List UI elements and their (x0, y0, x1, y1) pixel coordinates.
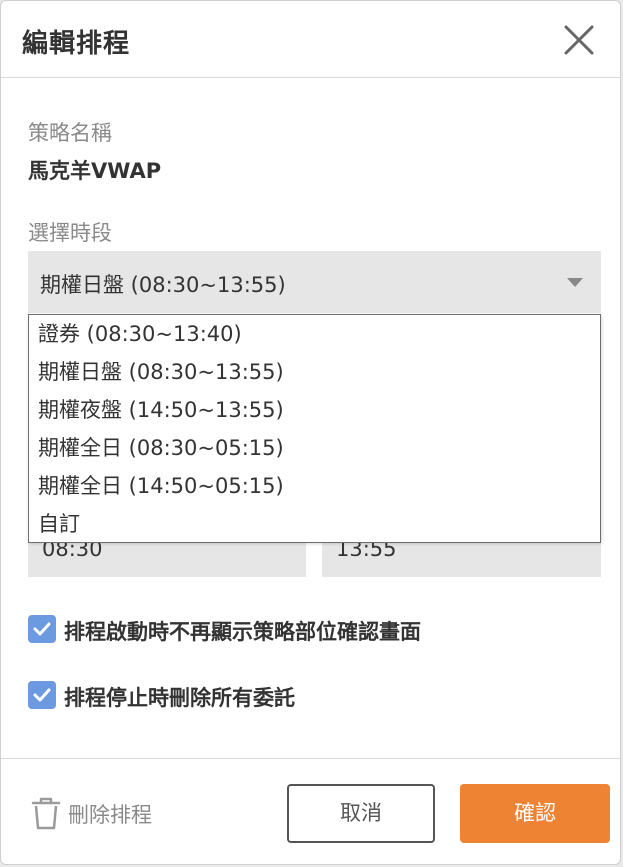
checkmark-icon (33, 688, 51, 702)
confirm-button[interactable]: 確認 (460, 784, 610, 843)
checkmark-icon (33, 622, 51, 636)
dialog-header: 編輯排程 (1, 1, 620, 78)
cancel-button[interactable]: 取消 (287, 784, 435, 843)
strategy-name-label: 策略名稱 (28, 121, 112, 145)
session-option[interactable]: 期權全日 (08:30~05:15) (29, 429, 600, 467)
skip-confirm-label: 排程啟動時不再顯示策略部位確認畫面 (64, 620, 421, 644)
session-selected-value: 期權日盤 (08:30~13:55) (40, 273, 286, 297)
skip-confirm-checkbox[interactable] (28, 615, 56, 643)
session-option[interactable]: 期權日盤 (08:30~13:55) (29, 353, 600, 391)
session-option[interactable]: 自訂 (29, 505, 600, 543)
session-option[interactable]: 期權全日 (14:50~05:15) (29, 467, 600, 505)
delete-orders-label: 排程停止時刪除所有委託 (64, 686, 295, 710)
session-select[interactable]: 期權日盤 (08:30~13:55) (28, 251, 601, 313)
session-dropdown-list: 證券 (08:30~13:40) 期權日盤 (08:30~13:55) 期權夜盤… (28, 314, 601, 543)
close-icon (564, 25, 594, 55)
session-option[interactable]: 證券 (08:30~13:40) (29, 315, 600, 353)
trash-icon (31, 797, 61, 830)
close-button[interactable] (562, 23, 596, 57)
dialog-footer: 刪除排程 取消 確認 (1, 758, 620, 864)
session-option[interactable]: 期權夜盤 (14:50~13:55) (29, 391, 600, 429)
strategy-name-value: 馬克羊VWAP (28, 159, 162, 183)
delete-schedule-label: 刪除排程 (68, 803, 152, 827)
edit-schedule-dialog: 編輯排程 策略名稱 馬克羊VWAP 選擇時段 期權日盤 (08:30~13:55… (0, 0, 621, 865)
dialog-title: 編輯排程 (22, 29, 131, 59)
caret-down-icon (567, 278, 583, 287)
delete-orders-checkbox[interactable] (28, 681, 56, 709)
session-label: 選擇時段 (28, 221, 112, 245)
